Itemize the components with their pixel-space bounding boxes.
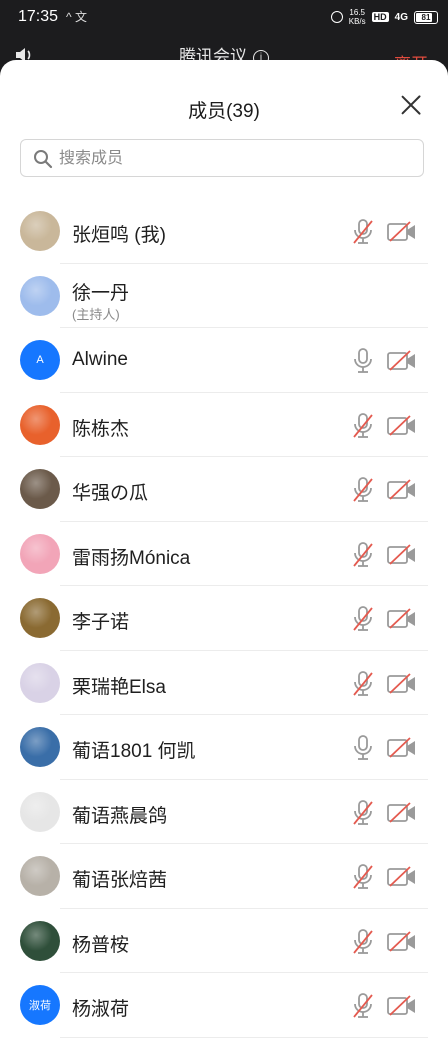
search-box[interactable] — [20, 139, 424, 178]
camera-off-icon[interactable] — [387, 866, 417, 888]
members-panel: 成员(39) 张烜鸣 (我) 徐一丹 (主持人) A Alwine 陈栋杰华强の瓜雷雨扬M… — [0, 60, 448, 1040]
member-name: 杨普桉 — [72, 934, 130, 956]
battery-level: 81 — [421, 12, 431, 22]
member-avatar[interactable]: A — [20, 340, 60, 380]
camera-off-icon[interactable] — [387, 543, 417, 566]
member-name: 栗瑞艳Elsa — [72, 676, 166, 698]
member-avatar[interactable] — [20, 533, 60, 574]
network-speed: 16.5 KB/s — [349, 8, 366, 26]
mic-muted-icon[interactable] — [352, 670, 374, 697]
member-name: 李子诺 — [72, 612, 130, 633]
member-avatar[interactable] — [20, 404, 60, 445]
mic-muted-icon[interactable] — [352, 606, 374, 632]
member-avatar[interactable]: 淑荷 — [20, 985, 60, 1025]
member-name: 杨淑荷 — [72, 999, 130, 1020]
row-divider — [60, 1036, 428, 1038]
status-right-group: 16.5 KB/s HD 4G 81 — [330, 8, 438, 26]
member-row[interactable]: 栗瑞艳Elsa — [0, 651, 448, 715]
member-row[interactable]: A Alwine — [0, 328, 448, 393]
camera-off-icon[interactable] — [387, 801, 417, 824]
network-speed-unit: KB/s — [348, 17, 366, 26]
notification-icons: ^ 文 — [66, 10, 87, 24]
member-row[interactable]: 杨普桉 — [0, 909, 448, 973]
member-avatar[interactable] — [20, 275, 60, 316]
mic-muted-icon[interactable] — [352, 219, 374, 245]
member-avatar[interactable] — [20, 920, 60, 961]
member-name: Alwine — [72, 349, 128, 370]
member-avatar[interactable] — [20, 211, 60, 251]
member-name: 徐一丹 — [72, 282, 130, 304]
member-avatar[interactable] — [20, 662, 60, 703]
member-avatar[interactable] — [20, 727, 60, 767]
mic-muted-icon[interactable] — [352, 412, 374, 439]
battery-icon: 81 — [414, 10, 438, 24]
member-name: 葡语1801 何凯 — [72, 741, 196, 762]
member-avatar[interactable] — [20, 469, 60, 509]
camera-off-icon[interactable] — [387, 608, 417, 630]
mic-icon[interactable] — [352, 735, 374, 761]
camera-off-icon[interactable] — [387, 672, 417, 695]
mic-muted-icon[interactable] — [352, 928, 374, 955]
member-row[interactable]: 葡语1801 何凯 — [0, 715, 448, 780]
camera-off-icon[interactable] — [387, 930, 417, 953]
member-role: (主持人) — [72, 306, 120, 322]
camera-off-icon[interactable] — [387, 221, 417, 243]
mic-muted-icon[interactable] — [352, 799, 374, 826]
member-row[interactable]: 葡语张焙茜 — [0, 844, 448, 909]
camera-off-icon[interactable] — [387, 995, 417, 1017]
member-row[interactable]: 陈栋杰 — [0, 393, 448, 457]
member-row[interactable]: 张烜鸣 (我) — [0, 199, 448, 264]
alarm-icon — [330, 11, 343, 23]
camera-off-icon[interactable] — [387, 737, 417, 759]
member-name: 雷雨扬Mónica — [72, 547, 191, 569]
mic-muted-icon[interactable] — [352, 541, 374, 568]
member-name: 陈栋杰 — [72, 418, 130, 440]
member-avatar[interactable] — [20, 791, 60, 832]
panel-title: 成员(39) — [188, 101, 260, 122]
signal-4g: 4G — [394, 11, 408, 23]
member-avatar[interactable] — [20, 856, 60, 896]
member-list: 张烜鸣 (我) 徐一丹 (主持人) A Alwine 陈栋杰华强の瓜雷雨扬Mónica 李子… — [0, 199, 448, 1038]
member-row[interactable]: 雷雨扬Mónica — [0, 522, 448, 586]
member-row[interactable]: 徐一丹 (主持人) — [0, 264, 448, 328]
member-name: 华强の瓜 — [72, 483, 149, 504]
camera-off-icon[interactable] — [387, 414, 417, 437]
hd-badge: HD — [371, 12, 389, 22]
status-bar: 17:35 ^ 文 16.5 KB/s HD 4G 81 — [0, 0, 448, 34]
member-row[interactable]: 华强の瓜 — [0, 457, 448, 522]
network-speed-value: 16.5 — [349, 8, 365, 17]
mic-muted-icon[interactable] — [352, 993, 374, 1019]
member-name: 张烜鸣 (我) — [72, 225, 166, 246]
member-name: 葡语燕晨鸽 — [72, 805, 168, 827]
status-time: 17:35 — [18, 8, 59, 25]
mic-icon[interactable] — [352, 348, 374, 374]
member-row[interactable]: 淑荷 杨淑荷 — [0, 973, 448, 1038]
member-row[interactable]: 李子诺 — [0, 586, 448, 651]
close-button[interactable] — [400, 94, 422, 116]
member-row[interactable]: 葡语燕晨鸽 — [0, 780, 448, 844]
camera-off-icon[interactable] — [387, 479, 417, 501]
mic-muted-icon[interactable] — [352, 477, 374, 503]
camera-off-icon[interactable] — [387, 350, 417, 372]
search-icon — [34, 150, 53, 169]
member-avatar[interactable] — [20, 598, 60, 638]
search-input[interactable] — [57, 140, 411, 178]
member-name: 葡语张焙茜 — [72, 870, 168, 891]
mic-muted-icon[interactable] — [352, 864, 374, 890]
